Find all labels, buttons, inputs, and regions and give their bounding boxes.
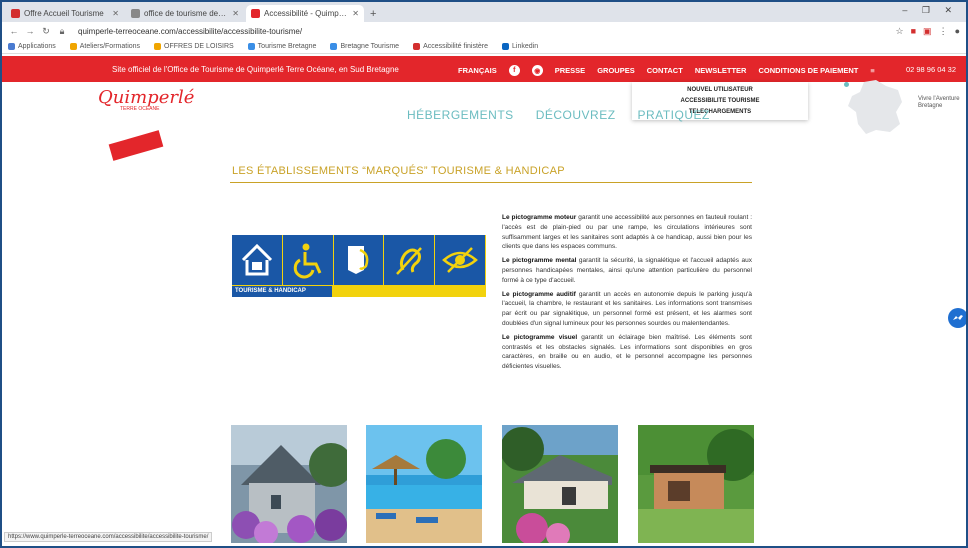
photo-maison-jardin[interactable]: [502, 425, 618, 543]
tab-favicon: [131, 9, 140, 18]
reload-icon[interactable]: ↻: [40, 26, 52, 37]
dropdown-item[interactable]: NOUVEL UTILISATEUR: [632, 85, 808, 96]
bookmark-item[interactable]: Tourisme Bretagne: [247, 43, 317, 50]
menu-icon[interactable]: ⋮: [939, 26, 948, 37]
extension-icon-2[interactable]: ▣: [923, 26, 932, 37]
top-menu-item[interactable]: CONTACT: [647, 66, 683, 75]
bookmark-label: Bretagne Tourisme: [340, 43, 400, 50]
mental-handicap-icon: [333, 235, 384, 285]
phone-number[interactable]: 02 98 96 04 32: [906, 65, 956, 74]
banner-label: TOURISME & HANDICAP: [232, 286, 332, 297]
forward-icon[interactable]: →: [24, 26, 36, 36]
partner-logo[interactable]: Vivre l'Aventure Bretagne: [918, 96, 966, 110]
instagram-icon[interactable]: ◉: [531, 65, 543, 76]
wheelchair-icon: [282, 235, 333, 285]
nav-item[interactable]: DÉCOUVREZ: [536, 108, 616, 122]
pictogram-descriptions: Le pictogramme moteur garantit une acces…: [502, 213, 752, 376]
bookmark-label: OFFRES DE LOISIRS: [164, 43, 234, 50]
paragraph: Le pictogramme moteur garantit une acces…: [502, 213, 752, 252]
top-menu-item[interactable]: GROUPES: [597, 66, 635, 75]
tab-favicon: [11, 9, 20, 18]
bookmark-icon: [247, 43, 255, 50]
bookmark-icon: [8, 43, 15, 50]
bookmark-item[interactable]: Accessibilité finistère: [413, 43, 488, 50]
tab-favicon: [251, 9, 260, 18]
bookmark-label: Applications: [18, 43, 56, 50]
bookmark-label: Accessibilité finistère: [423, 43, 489, 50]
bookmark-item[interactable]: OFFRES DE LOISIRS: [154, 43, 234, 50]
paragraph-lead: Le pictogramme visuel: [502, 333, 578, 341]
bookmark-item[interactable]: Bretagne Tourisme: [330, 43, 399, 50]
site-top-bar: Site officiel de l'Office de Tourisme de…: [2, 56, 966, 82]
bookmarks-bar: Applications Ateliers/Formations OFFRES DE…: [2, 40, 966, 54]
bookmark-label: Ateliers/Formations: [79, 43, 141, 50]
lock-icon[interactable]: 🔒︎: [56, 26, 68, 37]
bookmark-icon: [330, 43, 338, 50]
window-controls[interactable]: – ❐ ✕: [902, 5, 958, 16]
france-map-icon: [848, 80, 902, 134]
bookmark-label: Linkedin: [512, 43, 539, 50]
address-bar: ← → ↻ 🔒︎ quimperle-terreoceane.com/acces…: [2, 22, 966, 40]
paragraph-lead: Le pictogramme moteur: [502, 214, 577, 221]
status-bar: https://www.quimperle-terreoceane.com/ac…: [4, 532, 213, 542]
photo-chalet-bois[interactable]: [638, 425, 754, 543]
bookmark-item[interactable]: Linkedin: [502, 43, 538, 50]
logo-ribbon: [108, 130, 164, 161]
top-menu-item[interactable]: FRANÇAIS: [458, 66, 497, 75]
facebook-icon[interactable]: f: [508, 65, 520, 76]
dropdown-item[interactable]: ACCESSIBILITE TOURISME: [632, 96, 808, 107]
toolbar-icons: ☆ ■ ▣ ⋮ ●: [896, 26, 960, 37]
hearing-icon: [384, 235, 435, 285]
top-menu-item[interactable]: NEWSLETTER: [695, 66, 747, 75]
top-menu: FRANÇAIS f ◉ PRESSE GROUPES CONTACT NEWS…: [458, 65, 875, 76]
logo-text: Quimperlé: [98, 87, 195, 108]
url-field[interactable]: quimperle-terreoceane.com/accessibilite/…: [78, 27, 896, 36]
browser-tab-2[interactable]: office de tourisme de quimperlé ✕: [126, 5, 244, 22]
browser-tab-3[interactable]: Accessibilité - Quimperlé Terre Océane ✕: [246, 5, 364, 22]
tab-bar: Offre Accueil Tourisme ✕ office de touri…: [2, 2, 966, 22]
site-tagline: Site officiel de l'Office de Tourisme de…: [112, 65, 399, 74]
bookmark-icon: [69, 43, 77, 50]
paragraph-lead: Le pictogramme mental: [502, 257, 577, 265]
top-menu-item[interactable]: CONDITIONS DE PAIEMENT: [758, 66, 858, 75]
back-icon[interactable]: ←: [8, 26, 20, 36]
menu-icon[interactable]: ≡: [870, 66, 874, 75]
photo-piscine-camping[interactable]: [366, 425, 482, 543]
messenger-icon[interactable]: [948, 308, 966, 328]
visual-icon: [435, 235, 485, 285]
bookmark-icon: [413, 43, 421, 50]
paragraph: Le pictogramme auditif garantit un accès…: [502, 290, 752, 329]
house-icon: [232, 235, 282, 285]
nav-item[interactable]: PRATIQUEZ: [638, 108, 710, 122]
tab-title: Accessibilité - Quimperlé Terre Océane: [264, 9, 348, 18]
title-divider: [230, 182, 752, 183]
nav-item[interactable]: HÉBERGEMENTS: [407, 108, 514, 122]
profile-icon[interactable]: ●: [955, 26, 960, 37]
paragraph: Le pictogramme mental garantit la sécuri…: [502, 256, 752, 285]
close-icon[interactable]: ✕: [352, 9, 359, 18]
tab-title: Offre Accueil Tourisme: [24, 9, 104, 18]
tourisme-handicap-banner: TOURISME & HANDICAP: [232, 235, 486, 297]
paragraph: Le pictogramme visuel garantit un éclair…: [502, 333, 752, 372]
close-icon[interactable]: ✕: [112, 9, 119, 18]
close-icon[interactable]: ✕: [232, 9, 239, 18]
site-logo[interactable]: Quimperlé TERRE OCÉANE: [98, 87, 195, 130]
top-menu-item[interactable]: PRESSE: [555, 66, 585, 75]
page-title: LES ÉTABLISSEMENTS “MARQUÉS” TOURISME & …: [232, 165, 565, 177]
star-icon[interactable]: ☆: [896, 26, 904, 37]
tab-title: office de tourisme de quimperlé: [144, 9, 228, 18]
bookmark-icon: [154, 43, 162, 50]
bookmark-label: Tourisme Bretagne: [257, 43, 317, 50]
photo-maison-hortensias[interactable]: [231, 425, 347, 543]
bookmark-item[interactable]: Applications: [8, 43, 56, 50]
new-tab-button[interactable]: +: [370, 8, 376, 20]
paragraph-lead: Le pictogramme auditif: [502, 290, 576, 298]
main-nav: HÉBERGEMENTS DÉCOUVREZ PRATIQUEZ: [407, 108, 710, 122]
bookmark-item[interactable]: Ateliers/Formations: [69, 43, 141, 50]
browser-window: Offre Accueil Tourisme ✕ office de touri…: [0, 0, 968, 548]
extension-icon[interactable]: ■: [911, 26, 916, 37]
bookmark-icon: [502, 43, 510, 50]
browser-tab-1[interactable]: Offre Accueil Tourisme ✕: [6, 5, 124, 22]
